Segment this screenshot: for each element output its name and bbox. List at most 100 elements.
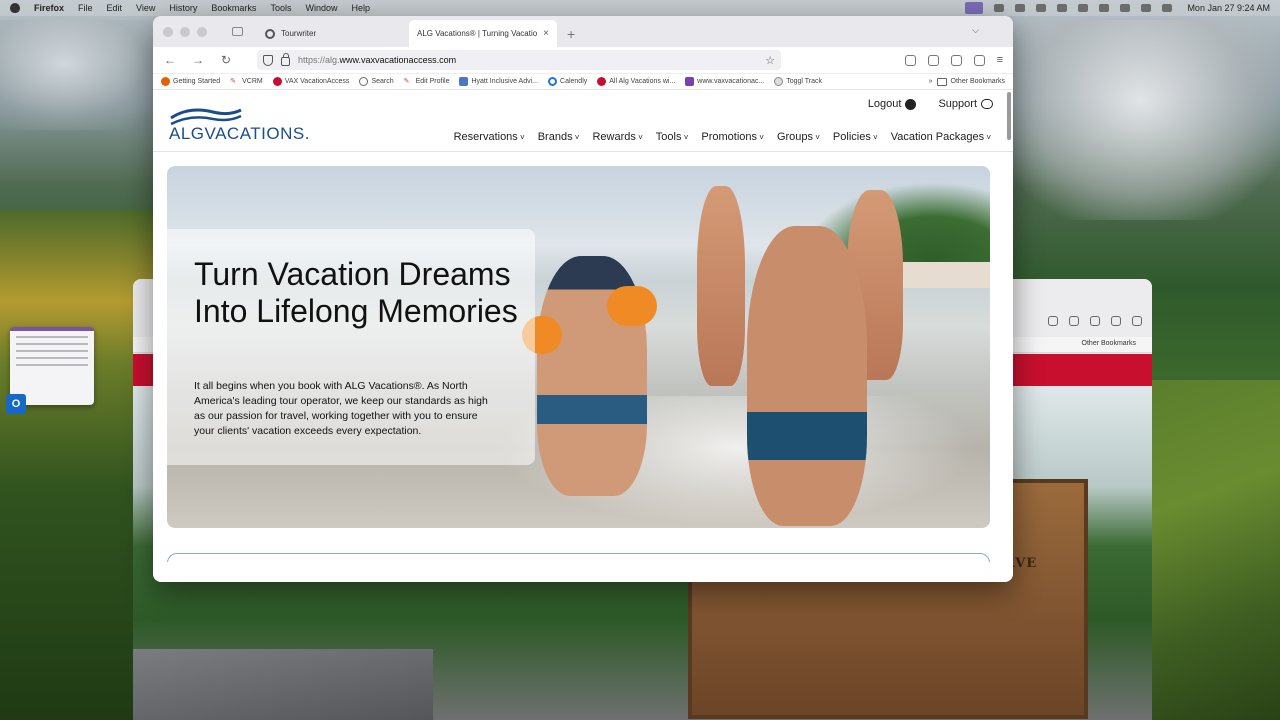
desktop-hill-left [0, 210, 155, 720]
bookmark-item[interactable]: www.vaxvacationac... [685, 77, 764, 86]
extensions-icon[interactable] [973, 54, 985, 66]
other-bookmarks-label: Other Bookmarks [950, 78, 1005, 85]
firefox-icon [161, 77, 170, 86]
bookmark-label: All Alg Vacations wi... [609, 78, 676, 85]
support-label: Support [938, 98, 977, 110]
chat-icon [981, 99, 993, 109]
account-icon[interactable] [1090, 316, 1100, 326]
tracking-protection-shield-icon[interactable] [263, 54, 273, 66]
menu-view[interactable]: View [136, 3, 155, 13]
bookmark-label: Search [371, 78, 394, 85]
reload-icon[interactable]: ↻ [219, 53, 233, 67]
lock-icon[interactable] [281, 52, 290, 66]
logout-link[interactable]: Logout [868, 98, 917, 110]
bookmark-item[interactable]: ✎ Edit Profile [404, 77, 450, 86]
wave-logo-icon [170, 108, 242, 126]
menu-app-firefox[interactable]: Firefox [34, 3, 64, 13]
logo-wordmark: ALGVACATIONS. [169, 124, 310, 143]
account-icon[interactable] [950, 54, 962, 66]
forward-arrow-icon[interactable]: → [191, 53, 205, 67]
bookmark-item[interactable]: Getting Started [161, 77, 220, 86]
bookmark-item[interactable]: All Alg Vacations wi... [597, 77, 675, 86]
extensions-icon[interactable] [1111, 316, 1121, 326]
menu-tools[interactable]: Tools [270, 3, 291, 13]
next-section-card [167, 553, 990, 562]
pocket-icon[interactable] [1048, 316, 1058, 326]
bookmark-label: Calendly [560, 78, 588, 85]
bookmark-star-icon[interactable]: ☆ [765, 54, 775, 67]
vax-icon [597, 77, 607, 86]
bookmark-item[interactable]: VAX VacationAccess [272, 77, 349, 86]
tab-title: ALG Vacations® | Turning Vacation D [417, 29, 538, 38]
download-icon[interactable] [927, 54, 939, 66]
screen-share-icon[interactable] [965, 2, 984, 14]
support-link[interactable]: Support [938, 98, 993, 110]
hero-title: Turn Vacation Dreams Into Lifelong Memor… [194, 256, 518, 329]
pocket-icon[interactable] [904, 54, 916, 66]
menu-icon[interactable] [1132, 316, 1142, 326]
nav-groups[interactable]: Groups [777, 131, 820, 143]
wifi-icon[interactable] [1099, 4, 1110, 12]
bookmark-label: VCRM [242, 78, 263, 85]
download-icon[interactable] [1069, 316, 1079, 326]
battery-icon[interactable] [1057, 4, 1068, 12]
tab-tourwriter[interactable]: Tourwriter [257, 20, 405, 47]
menu-bookmarks[interactable]: Bookmarks [211, 3, 256, 13]
siri-icon[interactable] [1162, 4, 1173, 12]
close-window-button[interactable] [163, 26, 173, 37]
back-arrow-icon[interactable]: ← [163, 53, 177, 67]
hamburger-menu-icon[interactable]: ≡ [997, 54, 1003, 66]
vax-icon [272, 77, 282, 86]
menu-file[interactable]: File [78, 3, 93, 13]
globe-icon [359, 77, 369, 86]
minimize-window-button[interactable] [180, 26, 190, 37]
bookmark-item[interactable]: Toggl Track [774, 77, 822, 86]
menu-help[interactable]: Help [351, 3, 370, 13]
nav-rewards[interactable]: Rewards [592, 131, 642, 143]
nav-policies[interactable]: Policies [833, 131, 878, 143]
tab-overview-button[interactable] [227, 16, 247, 47]
nav-brands[interactable]: Brands [538, 131, 580, 143]
hero-description: It all begins when you book with ALG Vac… [194, 380, 488, 437]
alg-vacations-logo[interactable]: ALGVACATIONS. [169, 106, 309, 144]
tab-title: Tourwriter [281, 29, 317, 38]
nav-reservations[interactable]: Reservations [454, 131, 525, 143]
url-text[interactable]: https://alg.www.vaxvacationaccess.com [298, 55, 456, 65]
search-icon[interactable] [1120, 4, 1131, 12]
bluetooth-icon[interactable] [1078, 4, 1089, 12]
bookmark-item[interactable]: Search [359, 77, 394, 86]
new-tab-button[interactable]: + [567, 20, 575, 47]
nav-tools[interactable]: Tools [656, 131, 689, 143]
menu-history[interactable]: History [169, 3, 197, 13]
tab-alg-vacations[interactable]: ALG Vacations® | Turning Vacation D × [409, 20, 557, 47]
menu-window[interactable]: Window [305, 3, 337, 13]
cloud-icon[interactable] [1015, 4, 1026, 12]
app-tray-icon[interactable] [994, 4, 1005, 12]
control-center-icon[interactable] [1141, 4, 1152, 12]
url-host: www.vaxvacationaccess.com [339, 55, 457, 65]
outlook-icon[interactable]: O [6, 394, 26, 414]
bookmark-item[interactable]: ✎ VCRM [230, 77, 263, 86]
list-all-tabs-icon[interactable]: ⌵ [972, 25, 979, 36]
other-bookmarks[interactable]: » Other Bookmarks [929, 77, 1005, 86]
zoom-window-button[interactable] [197, 26, 207, 37]
bookmark-item[interactable]: Hyatt Inclusive Advi... [459, 77, 538, 86]
page-scrollbar[interactable] [1007, 92, 1011, 140]
menu-edit[interactable]: Edit [107, 3, 123, 13]
background-other-bookmarks[interactable]: Other Bookmarks [1082, 340, 1136, 347]
camera-icon[interactable] [1036, 4, 1047, 12]
bookmark-item[interactable]: Calendly [548, 77, 587, 86]
nav-divider [153, 151, 1013, 152]
nav-vacation-packages[interactable]: Vacation Packages [891, 131, 991, 143]
url-bar[interactable]: https://alg.www.vaxvacationaccess.com ☆ [257, 50, 781, 70]
close-tab-icon[interactable]: × [543, 28, 549, 39]
bookmark-label: Getting Started [173, 78, 221, 85]
nav-promotions[interactable]: Promotions [701, 131, 764, 143]
hyatt-icon [459, 77, 469, 86]
menubar-clock[interactable]: Mon Jan 27 9:24 AM [1187, 3, 1270, 13]
overflow-chevron-icon[interactable]: » [929, 78, 933, 85]
pen-icon: ✎ [403, 78, 410, 85]
apple-icon[interactable] [10, 3, 20, 13]
url-prefix: https://alg. [298, 55, 340, 65]
site-utility-links: Logout Support [868, 98, 993, 110]
